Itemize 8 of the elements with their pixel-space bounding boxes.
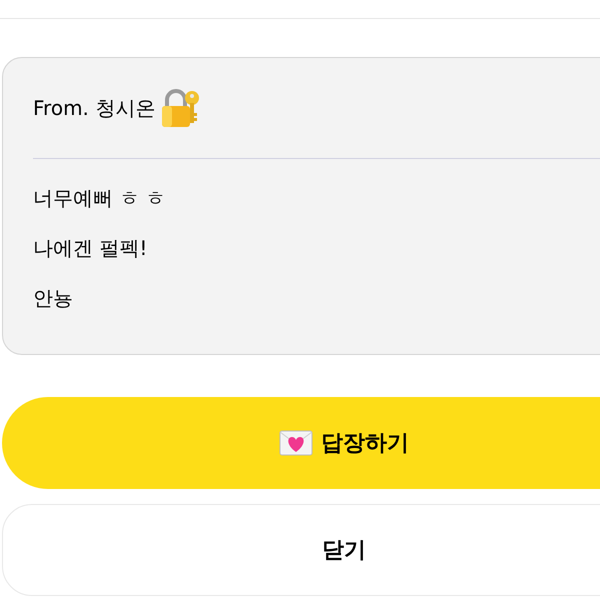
sender-name: From. 청시온	[33, 95, 156, 122]
letter-line: 너무예뻐 ㅎ ㅎ	[33, 185, 167, 212]
close-button[interactable]: 닫기	[2, 504, 600, 596]
letter-line: 나에겐 펄펙!	[33, 235, 148, 262]
letter-line: 안뇽	[33, 285, 74, 312]
heart-envelope-icon	[279, 430, 313, 456]
reply-button[interactable]: 답장하기	[2, 397, 600, 489]
lock-key-icon	[159, 87, 202, 129]
